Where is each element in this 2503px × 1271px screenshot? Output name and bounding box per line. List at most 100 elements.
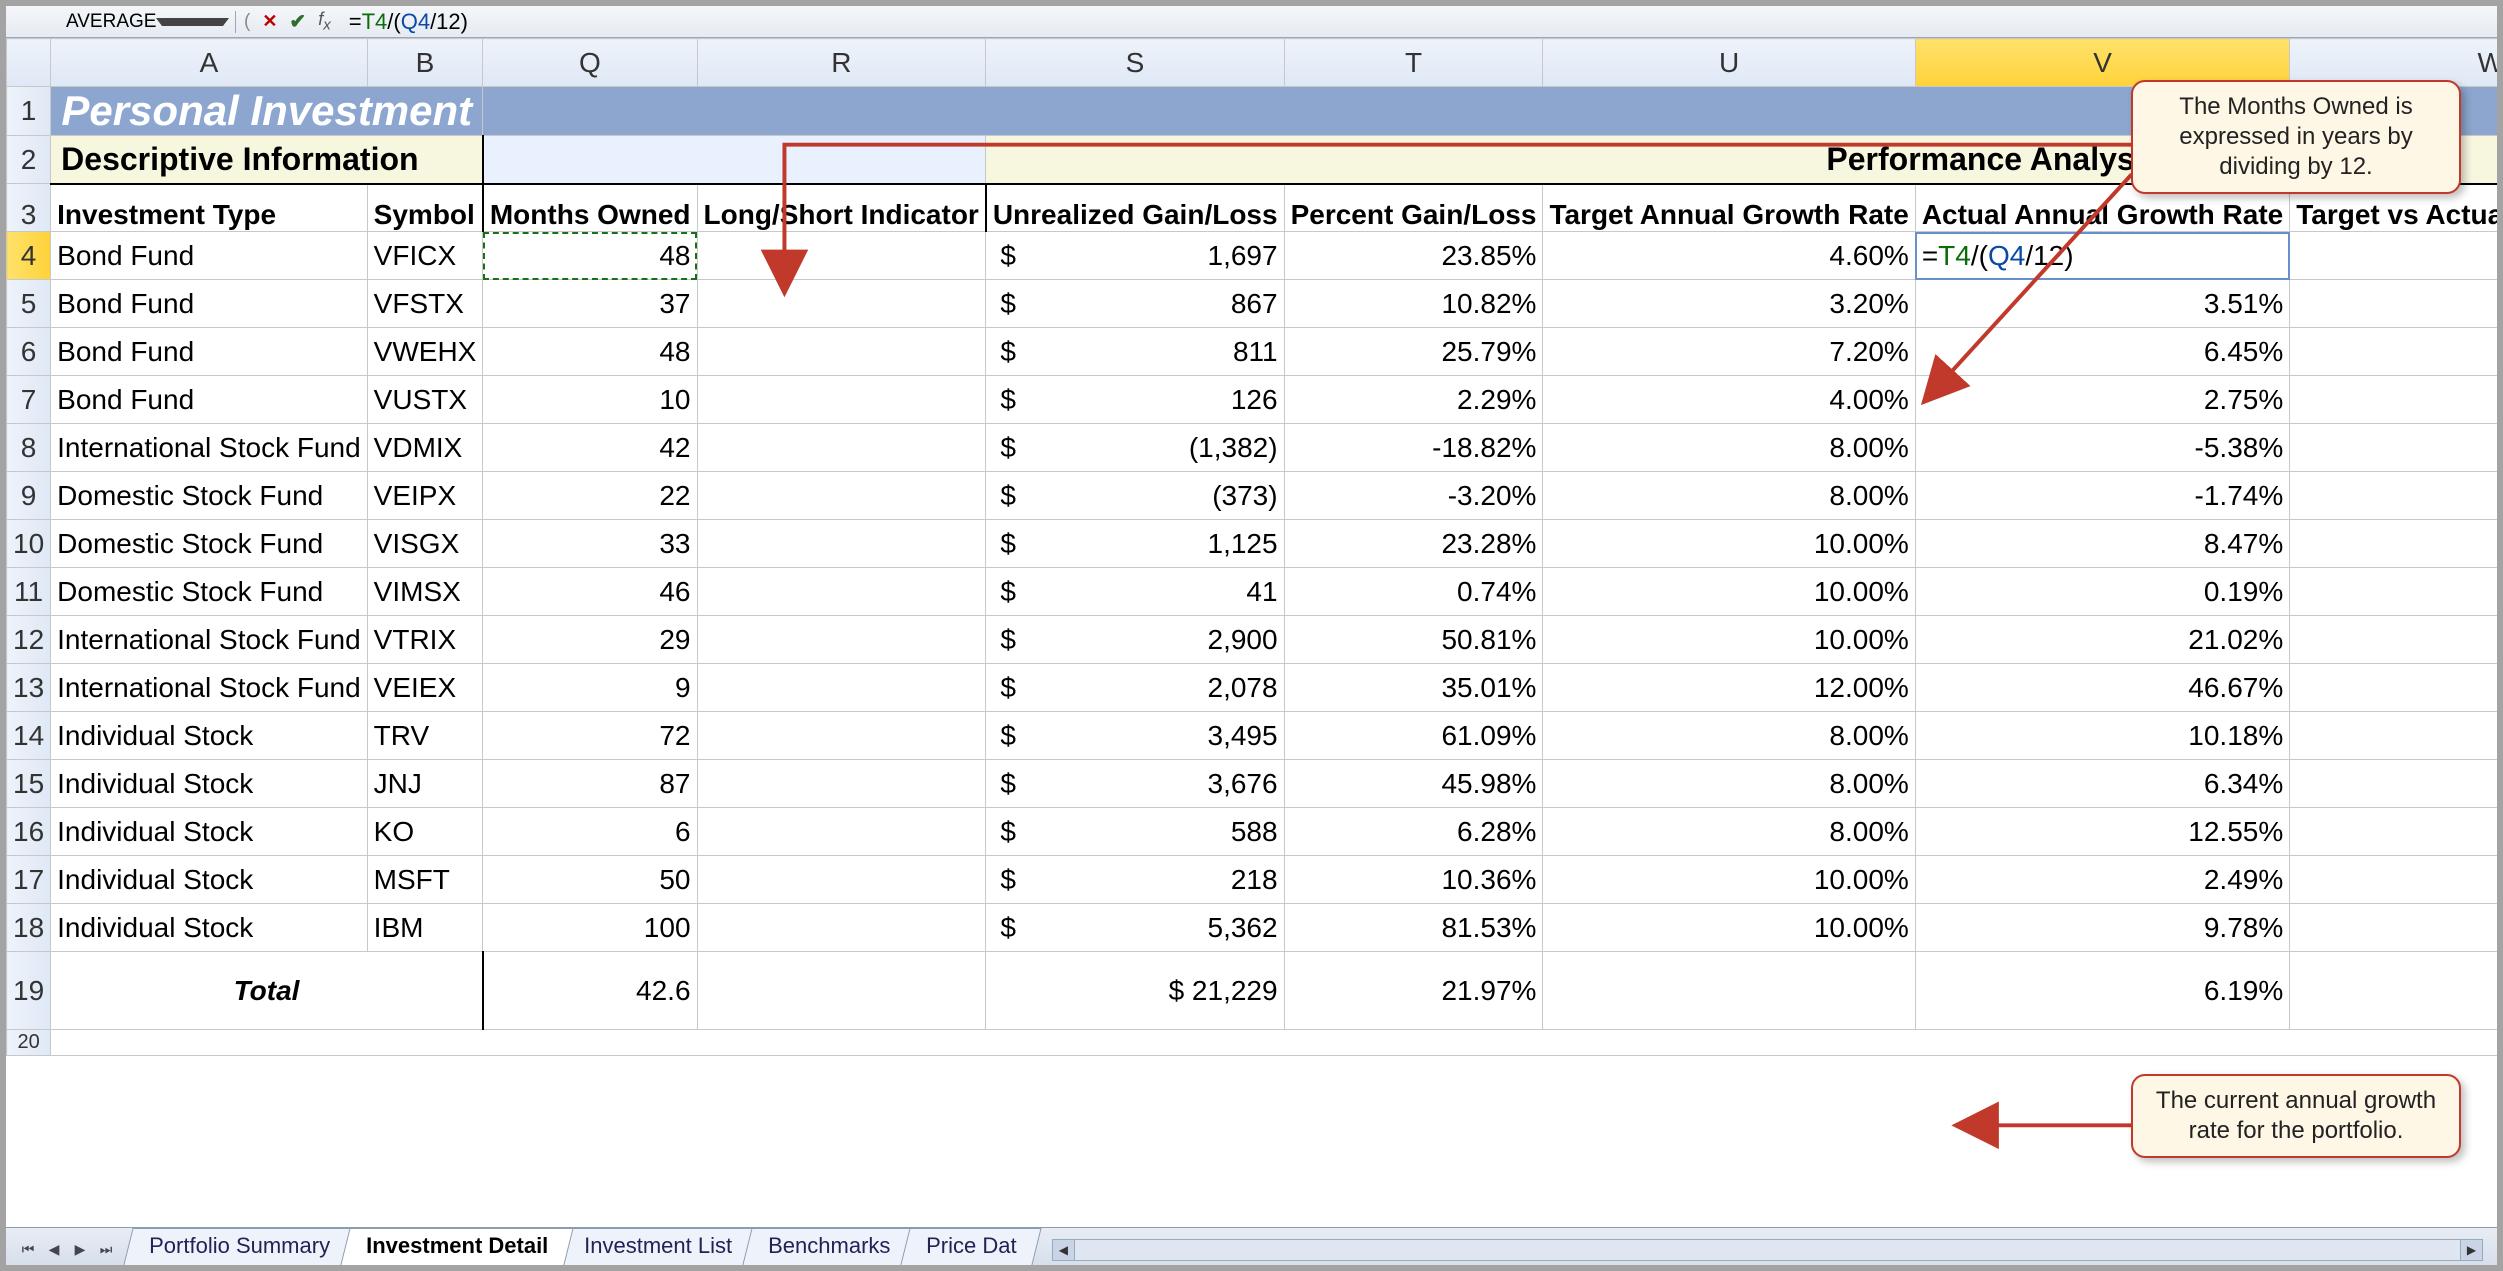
cell-long-short[interactable]: [697, 712, 986, 760]
rowhdr-6[interactable]: 6: [7, 328, 51, 376]
cell-symbol[interactable]: VFSTX: [367, 280, 483, 328]
cell-target-rate[interactable]: 10.00%: [1543, 568, 1915, 616]
cell-investment-type[interactable]: Bond Fund: [51, 280, 368, 328]
cell-unrealized[interactable]: $811: [986, 328, 1284, 376]
cancel-icon[interactable]: ✕: [262, 11, 277, 32]
cell-target-rate[interactable]: 10.00%: [1543, 520, 1915, 568]
tab-next-icon[interactable]: ▶: [68, 1239, 92, 1259]
cell-target-rate[interactable]: 3.20%: [1543, 280, 1915, 328]
cell-actual-rate[interactable]: 2.49%: [1915, 856, 2289, 904]
insert-function-left-icon[interactable]: (: [244, 11, 250, 33]
cell-long-short[interactable]: [697, 760, 986, 808]
cell-percent[interactable]: 50.81%: [1284, 616, 1543, 664]
cell-long-short[interactable]: [697, 664, 986, 712]
cell-months-owned[interactable]: 6: [483, 808, 697, 856]
cell-symbol[interactable]: VUSTX: [367, 376, 483, 424]
cell-percent[interactable]: 35.01%: [1284, 664, 1543, 712]
rowhdr-12[interactable]: 12: [7, 616, 51, 664]
sheet-tab[interactable]: Investment Detail: [340, 1228, 573, 1265]
cell-actual-rate[interactable]: 3.51%: [1915, 280, 2289, 328]
cell-percent[interactable]: 61.09%: [1284, 712, 1543, 760]
cell-target-rate[interactable]: 8.00%: [1543, 424, 1915, 472]
cell-target-vs-actual[interactable]: -1.25%: [2290, 376, 2497, 424]
cell-investment-type[interactable]: Individual Stock: [51, 712, 368, 760]
rowhdr-19[interactable]: 19: [7, 952, 51, 1030]
rowhdr-1[interactable]: 1: [7, 87, 51, 136]
cell-unrealized[interactable]: $ (373): [986, 472, 1284, 520]
cell-actual-rate[interactable]: 46.67%: [1915, 664, 2289, 712]
cell-investment-type[interactable]: Individual Stock: [51, 808, 368, 856]
cell-actual-rate[interactable]: 0.19%: [1915, 568, 2289, 616]
enter-icon[interactable]: ✔: [289, 9, 306, 34]
cell-months-owned[interactable]: 87: [483, 760, 697, 808]
cell-investment-type[interactable]: International Stock Fund: [51, 616, 368, 664]
rowhdr-14[interactable]: 14: [7, 712, 51, 760]
cell-target-rate[interactable]: 4.60%: [1543, 232, 1915, 280]
col-T[interactable]: T: [1284, 39, 1543, 87]
cell-long-short[interactable]: [697, 808, 986, 856]
cell-unrealized[interactable]: $3,676: [986, 760, 1284, 808]
rowhdr-3[interactable]: 3: [7, 184, 51, 232]
rowhdr-18[interactable]: 18: [7, 904, 51, 952]
cell-investment-type[interactable]: Bond Fund: [51, 376, 368, 424]
tab-prev-icon[interactable]: ◀: [42, 1239, 66, 1259]
cell-investment-type[interactable]: Domestic Stock Fund: [51, 472, 368, 520]
cell-investment-type[interactable]: International Stock Fund: [51, 664, 368, 712]
cell-long-short[interactable]: [697, 232, 986, 280]
cell-months-owned[interactable]: 9: [483, 664, 697, 712]
cell-actual-rate[interactable]: 10.18%: [1915, 712, 2289, 760]
cell-investment-type[interactable]: Bond Fund: [51, 328, 368, 376]
spreadsheet-grid[interactable]: A B Q R S T U V W X 1 Personal Investmen…: [6, 38, 2497, 1227]
rowhdr-10[interactable]: 10: [7, 520, 51, 568]
cell-unrealized[interactable]: $3,495: [986, 712, 1284, 760]
sheet-tab[interactable]: Portfolio Summary: [123, 1228, 355, 1265]
cell-actual-rate[interactable]: 2.75%: [1915, 376, 2289, 424]
cell-percent[interactable]: -3.20%: [1284, 472, 1543, 520]
total-percent[interactable]: 21.97%: [1284, 952, 1543, 1030]
cell-months-owned[interactable]: 10: [483, 376, 697, 424]
cell-investment-type[interactable]: Individual Stock: [51, 904, 368, 952]
tab-last-icon[interactable]: ⏭: [94, 1239, 118, 1259]
cell-percent[interactable]: 0.74%: [1284, 568, 1543, 616]
rowhdr-13[interactable]: 13: [7, 664, 51, 712]
cell-target-vs-actual[interactable]: 34.67%: [2290, 664, 2497, 712]
cell-symbol[interactable]: VISGX: [367, 520, 483, 568]
col-S[interactable]: S: [986, 39, 1284, 87]
cell-percent[interactable]: 23.28%: [1284, 520, 1543, 568]
cell-investment-type[interactable]: Individual Stock: [51, 856, 368, 904]
cell-months-owned[interactable]: 48: [483, 232, 697, 280]
cell-percent[interactable]: 45.98%: [1284, 760, 1543, 808]
cell-unrealized[interactable]: $588: [986, 808, 1284, 856]
cell-target-rate[interactable]: 8.00%: [1543, 760, 1915, 808]
cell-symbol[interactable]: IBM: [367, 904, 483, 952]
cell-percent[interactable]: -18.82%: [1284, 424, 1543, 472]
total-w[interactable]: [2290, 952, 2497, 1030]
cell-long-short[interactable]: [697, 616, 986, 664]
cell-symbol[interactable]: VTRIX: [367, 616, 483, 664]
cell-long-short[interactable]: [697, 472, 986, 520]
cell-target-vs-actual[interactable]: -9.81%: [2290, 568, 2497, 616]
cell-target-vs-actual[interactable]: 0.31%: [2290, 280, 2497, 328]
cell-percent[interactable]: 2.29%: [1284, 376, 1543, 424]
cell-investment-type[interactable]: Bond Fund: [51, 232, 368, 280]
cell-investment-type[interactable]: Domestic Stock Fund: [51, 568, 368, 616]
cell-long-short[interactable]: [697, 856, 986, 904]
cell-target-vs-actual[interactable]: 4.55%: [2290, 808, 2497, 856]
cell-investment-type[interactable]: Domestic Stock Fund: [51, 520, 368, 568]
rowhdr-11[interactable]: 11: [7, 568, 51, 616]
scroll-right-icon[interactable]: ▶: [2460, 1240, 2482, 1260]
cell-long-short[interactable]: [697, 328, 986, 376]
cell-symbol[interactable]: MSFT: [367, 856, 483, 904]
rowhdr-5[interactable]: 5: [7, 280, 51, 328]
total-actual[interactable]: 6.19%: [1915, 952, 2289, 1030]
cell-months-owned[interactable]: 33: [483, 520, 697, 568]
col-Q[interactable]: Q: [483, 39, 697, 87]
col-R[interactable]: R: [697, 39, 986, 87]
total-months[interactable]: 42.6: [483, 952, 697, 1030]
cell-months-owned[interactable]: 72: [483, 712, 697, 760]
cell-months-owned[interactable]: 50: [483, 856, 697, 904]
cell-unrealized[interactable]: $41: [986, 568, 1284, 616]
cell-symbol[interactable]: VFICX: [367, 232, 483, 280]
cell-symbol[interactable]: VIMSX: [367, 568, 483, 616]
rowhdr-17[interactable]: 17: [7, 856, 51, 904]
